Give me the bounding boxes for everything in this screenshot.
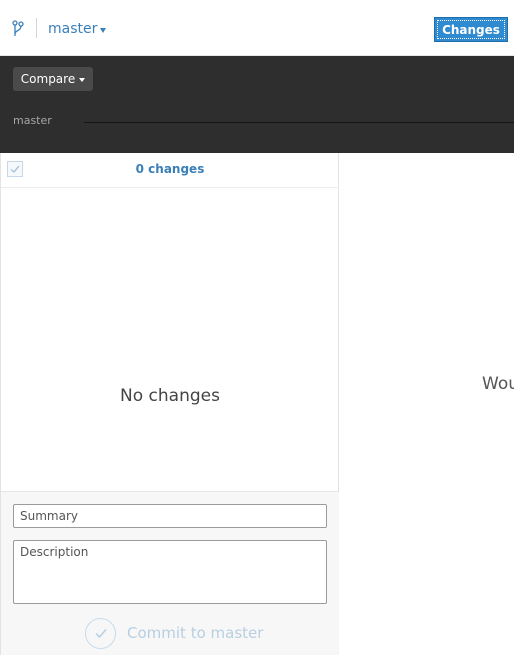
toolbar-divider: [36, 18, 37, 38]
caret-down-icon: [100, 27, 107, 33]
compare-bar: Compare master: [0, 56, 514, 153]
detail-message: Wou: [482, 374, 514, 394]
checkmark-circle-icon: [85, 617, 116, 649]
changes-list: No changes: [1, 188, 339, 491]
branch-selector-button[interactable]: master: [48, 18, 107, 40]
commit-timeline[interactable]: [84, 122, 514, 123]
description-input[interactable]: [13, 540, 327, 604]
changes-tab-button[interactable]: Changes: [434, 17, 508, 42]
commit-button-label: Commit to master: [127, 624, 264, 642]
compare-button-label: Compare: [20, 72, 76, 86]
caret-down-icon: [79, 77, 86, 82]
changes-header: 0 changes: [1, 153, 339, 188]
empty-state-message: No changes: [120, 386, 220, 406]
compare-button[interactable]: Compare: [13, 67, 93, 91]
changes-count: 0 changes: [135, 162, 205, 176]
git-branch-icon: [11, 18, 25, 40]
top-bar: master Changes: [0, 0, 514, 56]
commit-form: Commit to master: [1, 491, 339, 655]
detail-panel: Wou: [339, 153, 514, 655]
branch-name: master: [48, 21, 98, 37]
changes-tab-label: Changes: [442, 22, 500, 37]
changes-panel: 0 changes No changes Commit to master: [0, 153, 339, 655]
commit-button[interactable]: Commit to master: [85, 617, 263, 649]
timeline-branch-label: master: [13, 114, 52, 127]
summary-input[interactable]: [13, 504, 327, 528]
